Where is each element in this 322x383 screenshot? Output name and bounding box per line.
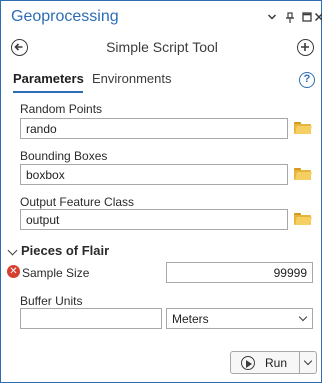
chevron-down-icon [298,312,308,322]
random-points-label: Random Points [20,102,103,116]
tab-strip: Parameters Environments ? [2,65,322,95]
buffer-units-label: Buffer Units [20,294,83,308]
pane-title: Geoprocessing [11,8,119,25]
folder-icon[interactable] [294,122,312,134]
close-icon[interactable] [313,12,322,24]
run-options-dropdown[interactable] [299,351,317,374]
run-label: Run [265,356,288,370]
active-tab-indicator [13,91,83,93]
buffer-distance-input[interactable] [20,308,162,329]
pane-title-bar: Geoprocessing [2,2,322,33]
play-icon [241,356,255,370]
buffer-units-selected: Meters [172,312,209,326]
buffer-units-select[interactable]: Meters [166,308,313,329]
output-feature-class-label: Output Feature Class [20,195,135,209]
sample-size-label: Sample Size [22,266,90,280]
add-icon[interactable] [297,39,314,56]
output-feature-class-input[interactable]: output [20,209,288,230]
bounding-boxes-label: Bounding Boxes [20,149,108,163]
help-icon[interactable]: ? [299,72,315,88]
chevron-down-icon[interactable] [266,12,278,24]
chevron-down-icon [303,356,313,366]
tool-title: Simple Script Tool [106,39,218,55]
tab-environments[interactable]: Environments [92,71,171,86]
maximize-icon[interactable] [301,12,313,24]
error-icon[interactable]: ✕ [7,265,20,278]
folder-icon[interactable] [294,168,312,180]
geoprocessing-pane: Geoprocessing Simple Script Tool Paramet… [0,0,322,383]
random-points-input[interactable]: rando [20,118,288,139]
run-button[interactable]: Run [230,351,300,374]
group-pieces-of-flair[interactable]: Pieces of Flair [21,243,109,258]
chevron-down-icon[interactable] [7,245,18,256]
folder-icon[interactable] [294,213,312,225]
bounding-boxes-input[interactable]: boxbox [20,164,288,185]
maximize-icon[interactable] [285,12,297,24]
sample-size-input[interactable]: 99999 [166,262,313,283]
tool-header: Simple Script Tool [2,33,322,63]
tab-parameters[interactable]: Parameters [13,71,84,86]
